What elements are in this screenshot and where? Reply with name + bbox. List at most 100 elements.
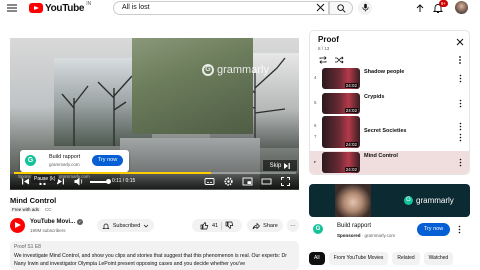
grammarly-logo-icon [25,155,36,166]
try-now-button[interactable]: Try now [92,155,123,166]
youtube-logo-icon [29,3,43,13]
item-title: Secret Societies [364,128,407,134]
more-vert-icon[interactable] [459,133,462,142]
like-dislike-group: 41 [192,219,242,232]
related-filter-chips: All From YouTube Movies Related Watched [309,252,454,265]
subtitles-icon[interactable] [204,176,215,187]
chip-related[interactable]: Related [392,252,420,265]
playlist-item[interactable]: 4 24:02 Shadow people [310,67,469,90]
ad-banner-image [335,184,371,217]
video-badges: Free with ads CC [10,207,52,212]
grammarly-logo-icon: G [313,224,323,234]
item-thumbnail: 24:02 [322,68,360,89]
channel-name[interactable]: YouTube Movi... [30,219,75,225]
top-bar: YouTube IN All is lost 9+ [0,0,480,16]
chip-from-youtube-movies[interactable]: From YouTube Movies [328,252,389,265]
playlist-item-current[interactable]: ▸ 24:02 Mind Control [310,151,469,174]
upload-icon[interactable] [414,2,426,14]
side-ad-try-now-button[interactable]: Try now [417,223,450,236]
ad-url: grammarly.com [49,162,80,167]
subscribed-label: Subscribed [112,222,141,229]
more-vert-icon[interactable] [459,158,462,167]
share-button[interactable]: Share [247,219,283,232]
verified-icon: ✓ [77,219,83,225]
like-divider [221,221,223,230]
ad-banner-brand-text: grammarly [416,196,454,205]
video-player[interactable]: G grammarly Build rapport grammarly.com … [10,20,299,190]
settings-gear-icon[interactable] [223,176,234,187]
ad-banner-brand: G grammarly [404,196,454,205]
share-icon [252,222,261,229]
skip-ad-button[interactable]: Skip [262,159,298,172]
item-title: Crypids [364,94,385,100]
video-title: Mind Control [10,196,57,205]
item-title: Mind Control [364,153,398,159]
search-icon [336,4,346,13]
playlist-item[interactable]: 5 24:02 Crypids [310,92,469,115]
side-ad-url: grammarly.com [364,233,396,238]
search-button[interactable] [329,1,353,15]
account-avatar[interactable] [455,1,468,14]
free-with-ads-badge: Free with ads [10,207,42,212]
chevron-down-icon [144,224,149,227]
clear-search-icon[interactable] [316,3,325,12]
item-number: 7 [314,134,317,139]
pause-tooltip: Pause (k) [31,175,59,183]
microphone-icon [361,3,369,12]
playlist-item[interactable]: 7 24:02 Secret Societies [310,126,469,149]
item-duration: 24:02 [344,108,358,113]
skip-next-icon [284,162,291,169]
ad-progress-bar[interactable] [14,172,296,174]
playlist-count: 8 / 13 [318,46,330,51]
more-vert-icon[interactable] [458,225,461,234]
channel-avatar[interactable] [10,218,25,233]
more-dots-icon: ⋯ [290,222,296,229]
item-number: 4 [314,75,317,80]
time-display: 0:11 / 0:15 [112,178,136,184]
subscriber-count: 190M subscribers [30,228,66,233]
volume-icon[interactable] [73,176,84,187]
description-meta: Proof S1 E8 [14,244,41,250]
ad-overlay-card[interactable]: Build rapport grammarly.com Try now [20,150,129,172]
sidebar-ad-banner[interactable]: G grammarly [309,184,470,217]
grammarly-logo-icon: G [404,196,413,205]
collage-photo-woman [132,38,253,134]
more-actions-button[interactable]: ⋯ [287,219,299,232]
like-count[interactable]: 41 [212,223,218,229]
menu-icon[interactable] [6,2,18,14]
more-vert-icon[interactable] [459,74,462,83]
ad-title: Build rapport [49,154,81,160]
previous-icon[interactable] [20,176,31,187]
voice-search-button[interactable] [358,1,372,15]
side-ad-title[interactable]: Build rapport [337,223,371,229]
theater-mode-icon[interactable] [261,176,272,187]
notification-count-badge: 9+ [439,0,448,7]
grammarly-logo-icon: G [202,64,214,76]
close-icon[interactable] [455,37,465,47]
youtube-logo[interactable]: YouTube IN [29,1,92,14]
search-input[interactable]: All is lost [113,1,329,15]
chip-all[interactable]: All [309,252,325,265]
more-vert-icon[interactable] [455,55,465,65]
loop-icon[interactable] [318,55,328,65]
chip-watched[interactable]: Watched [423,252,454,265]
item-duration: 24:02 [344,142,358,147]
skip-label: Skip [269,162,282,169]
subscribed-button[interactable]: Subscribed [97,219,154,232]
playlist-title[interactable]: Proof [318,35,339,44]
miniplayer-icon[interactable] [242,176,253,187]
volume-slider-knob[interactable] [106,179,111,184]
side-ad-sponsored: Sponsored · grammarly.com [337,233,396,238]
dislike-icon[interactable] [225,221,234,230]
fullscreen-icon[interactable] [280,176,291,187]
shuffle-icon[interactable] [334,55,344,65]
description-box[interactable]: Proof S1 E8 We investigate Mind Control,… [10,241,299,270]
item-thumbnail: 24:02 [322,93,360,114]
like-icon[interactable] [200,221,209,230]
logo-region: IN [86,1,92,7]
description-text: We investigate Mind Control, and show yo… [14,253,287,267]
ad-progress-fill [14,172,212,174]
item-duration: 24:02 [344,83,358,88]
more-vert-icon[interactable] [459,99,462,108]
playlist-panel: Proof 8 / 13 4 24:02 Shadow people 5 24:… [309,30,470,175]
